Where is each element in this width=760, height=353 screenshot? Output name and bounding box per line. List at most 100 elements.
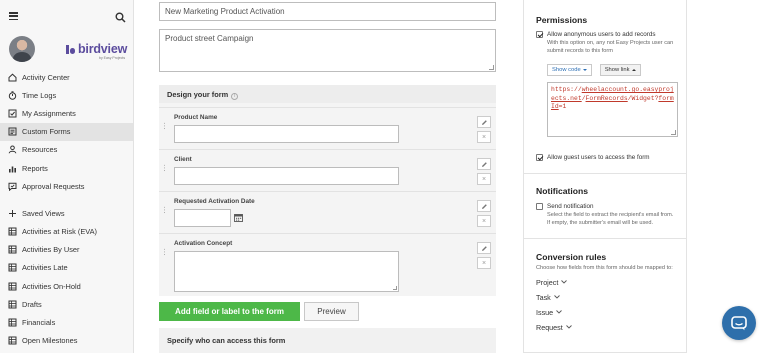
- resize-grip[interactable]: [671, 130, 676, 136]
- allow-anonymous-option[interactable]: Allow anonymous users to add records: [536, 31, 674, 38]
- hamburger-menu-icon[interactable]: [9, 12, 18, 21]
- form-field-client: Client ×: [159, 149, 496, 189]
- chevron-down-icon: [561, 280, 568, 284]
- close-icon: ×: [481, 217, 487, 225]
- view-item[interactable]: Activities By User: [0, 241, 133, 259]
- delete-field-button[interactable]: ×: [477, 173, 491, 185]
- form-title-input[interactable]: [159, 2, 496, 21]
- drag-handle-icon[interactable]: [163, 122, 166, 130]
- delete-field-button[interactable]: ×: [477, 215, 491, 227]
- form-description-textarea[interactable]: Product street Campaign: [159, 29, 496, 72]
- form-field-requested-activation-date: Requested Activation Date ×: [159, 191, 496, 231]
- info-icon[interactable]: i: [231, 93, 239, 100]
- close-icon: ×: [481, 133, 487, 141]
- view-item[interactable]: Activities Late: [0, 259, 133, 277]
- design-heading-text: Design your form: [167, 90, 229, 99]
- edit-field-button[interactable]: [477, 116, 491, 128]
- allow-guest-label: Allow guest users to access the form: [547, 154, 650, 162]
- view-item[interactable]: Activities at Risk (EVA): [0, 223, 133, 241]
- allow-anonymous-checkbox[interactable]: [536, 31, 543, 38]
- birdview-logo-icon: [66, 45, 75, 54]
- chat-bubble-icon: [731, 315, 747, 330]
- nav-item-resources[interactable]: Resources: [0, 141, 133, 159]
- grid-view-icon: [8, 318, 17, 327]
- allow-anonymous-label: Allow anonymous users to add records: [547, 31, 656, 38]
- allow-guest-checkbox[interactable]: [536, 154, 543, 162]
- chat-button[interactable]: [722, 306, 756, 340]
- access-section-heading: Specify who can access this form: [159, 328, 496, 353]
- saved-views-toggle[interactable]: Saved Views: [0, 204, 133, 222]
- form-field-activation-concept: Activation Concept ×: [159, 233, 496, 295]
- send-notification-checkbox[interactable]: [536, 203, 543, 210]
- resize-grip[interactable]: [393, 286, 397, 290]
- allow-guest-option[interactable]: Allow guest users to access the form: [536, 154, 674, 162]
- sidebar: birdview by Easy Projects Activity Cente…: [0, 0, 134, 353]
- nav-item-reports[interactable]: Reports: [0, 159, 133, 177]
- pencil-icon: [481, 245, 487, 251]
- preview-button[interactable]: Preview: [304, 302, 359, 321]
- send-notification-option[interactable]: Send notification: [536, 203, 674, 210]
- drag-handle-icon[interactable]: [163, 164, 166, 172]
- close-icon: ×: [481, 175, 487, 183]
- edit-field-button[interactable]: [477, 242, 491, 254]
- home-icon: [8, 73, 17, 82]
- nav-item-label: Time Logs: [22, 90, 57, 100]
- nav-item-custom-forms[interactable]: Custom Forms: [0, 122, 133, 141]
- show-code-label: Show code: [552, 67, 581, 74]
- search-icon[interactable]: [115, 12, 126, 23]
- nav-item-label: Activity Center: [22, 72, 70, 82]
- drag-handle-icon[interactable]: [163, 248, 166, 256]
- show-code-button[interactable]: Show code: [547, 64, 592, 77]
- stopwatch-icon: [8, 91, 17, 100]
- chevron-down-icon: [565, 325, 572, 329]
- field-date-input[interactable]: [174, 209, 231, 227]
- show-link-label: Show link: [604, 67, 630, 74]
- edit-field-button[interactable]: [477, 200, 491, 212]
- drag-handle-icon[interactable]: [163, 206, 166, 214]
- link-part: https://: [551, 86, 582, 94]
- resize-grip[interactable]: [489, 65, 494, 70]
- view-item-label: Activities On-Hold: [22, 281, 81, 291]
- view-item[interactable]: Drafts: [0, 295, 133, 313]
- chevron-down-icon: [556, 310, 563, 314]
- nav-item-time-logs[interactable]: Time Logs: [0, 86, 133, 104]
- link-part: FormRecords: [585, 94, 628, 102]
- field-text-input[interactable]: [174, 167, 399, 185]
- notifications-title: Notifications: [536, 186, 589, 196]
- pencil-icon: [481, 203, 487, 209]
- show-link-button[interactable]: Show link: [599, 64, 641, 77]
- delete-field-button[interactable]: ×: [477, 131, 491, 143]
- saved-views-label: Saved Views: [22, 208, 65, 218]
- view-item[interactable]: Activities On-Hold: [0, 277, 133, 295]
- conversion-item-label: Project: [536, 277, 559, 287]
- bar-chart-icon: [9, 166, 16, 173]
- pencil-icon: [481, 119, 487, 125]
- conversion-item-project[interactable]: Project: [536, 278, 674, 287]
- nav-item-label: Custom Forms: [22, 127, 71, 137]
- field-textarea[interactable]: [174, 251, 399, 292]
- view-item[interactable]: Financials: [0, 313, 133, 331]
- code-link-toggle: Show code Show link: [536, 64, 674, 77]
- nav-item-my-assignments[interactable]: My Assignments: [0, 104, 133, 122]
- grid-view-icon: [8, 263, 17, 272]
- view-item-label: Activities at Risk (EVA): [22, 227, 98, 237]
- anonymous-hint: With this option on, any not Easy Projec…: [547, 40, 674, 54]
- primary-nav: Activity Center Time Logs My Assignments…: [0, 68, 133, 195]
- grid-view-icon: [8, 245, 17, 254]
- delete-field-button[interactable]: ×: [477, 257, 491, 269]
- avatar[interactable]: [9, 36, 35, 62]
- conversion-item-task[interactable]: Task: [536, 293, 674, 302]
- form-link-textarea[interactable]: https://wheelaccount.go.easyprojects.net…: [547, 82, 678, 138]
- add-field-button[interactable]: Add field or label to the form: [159, 302, 300, 321]
- nav-item-activity-center[interactable]: Activity Center: [0, 68, 133, 86]
- conversion-item-request[interactable]: Request: [536, 323, 674, 332]
- edit-field-button[interactable]: [477, 158, 491, 170]
- field-text-input[interactable]: [174, 125, 399, 143]
- grid-view-icon: [8, 336, 17, 345]
- conversion-title: Conversion rules: [536, 252, 607, 262]
- nav-item-approval-requests[interactable]: Approval Requests: [0, 177, 133, 195]
- calendar-icon[interactable]: [234, 213, 243, 222]
- conversion-item-issue[interactable]: Issue: [536, 308, 674, 317]
- view-item[interactable]: Open Milestones: [0, 332, 133, 350]
- divider: [524, 238, 686, 239]
